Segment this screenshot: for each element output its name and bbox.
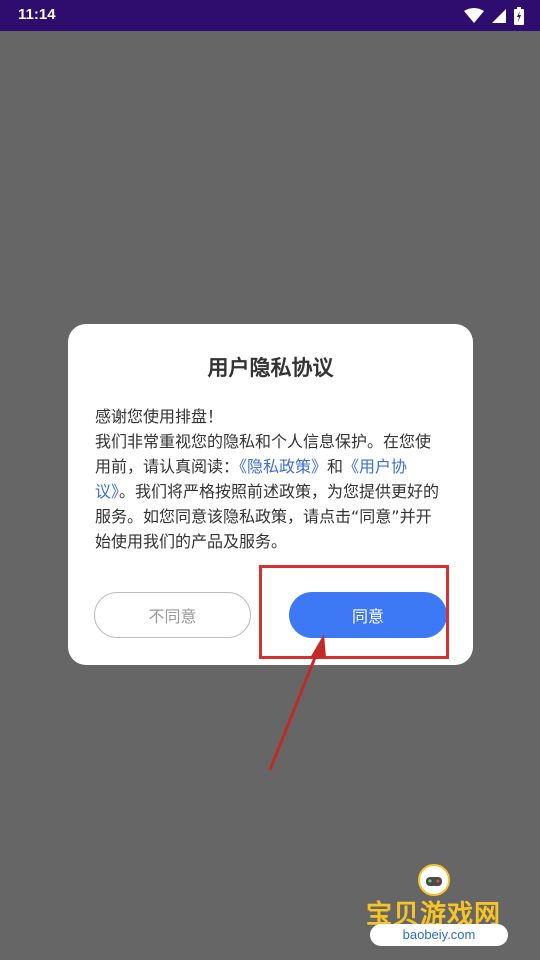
watermark-url: baobeiy.com (370, 924, 508, 946)
status-time: 11:14 (18, 6, 56, 23)
watermark: 宝贝游戏网 baobeiy.com (360, 862, 520, 952)
status-icons (464, 6, 524, 26)
dialog-body: 感谢您使用排盘！ 我们非常重视您的隐私和个人信息保护。在您使用前，请认真阅读：《隐… (95, 404, 445, 554)
status-bar: 11:14 (0, 0, 540, 31)
body-text-2: 。我们将严格按照前述政策，为您提供更好的服务。如您同意该隐私政策，请点击“同意”… (95, 482, 440, 551)
wifi-icon (464, 8, 484, 23)
privacy-policy-link[interactable]: 《隐私政策》 (239, 457, 327, 476)
battery-icon (514, 7, 524, 25)
disagree-button[interactable]: 不同意 (94, 592, 251, 638)
greeting-text: 感谢您使用排盘！ (95, 407, 224, 426)
agree-button[interactable]: 同意 (289, 592, 447, 638)
dialog-title: 用户隐私协议 (207, 356, 334, 380)
conjunction-text: 和 (327, 457, 344, 476)
privacy-dialog: 用户隐私协议 感谢您使用排盘！ 我们非常重视您的隐私和个人信息保护。在您使用前，请… (68, 324, 473, 665)
signal-icon (492, 9, 506, 23)
